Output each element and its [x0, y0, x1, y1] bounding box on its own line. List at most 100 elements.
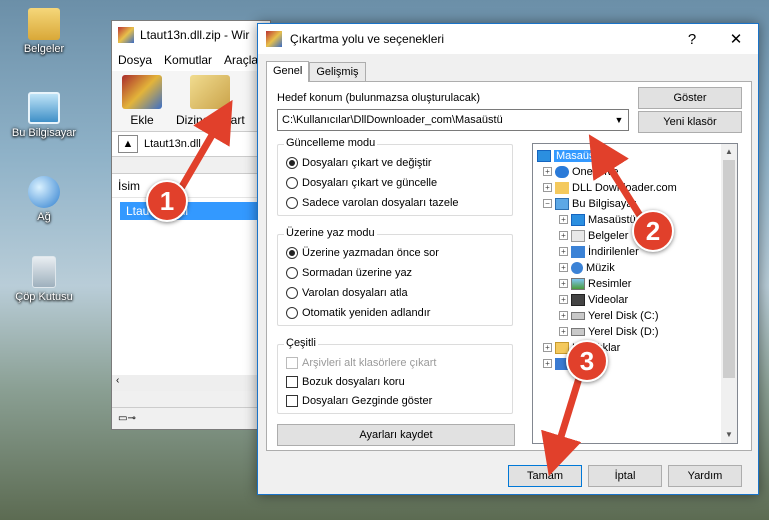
radio-ask-before-overwrite[interactable]: Üzerine yazmadan önce sor — [286, 247, 439, 259]
radio-unselected[interactable] — [286, 197, 298, 209]
radio-overwrite-without-prompt[interactable]: Sormadan üzerine yaz — [286, 267, 412, 279]
desktop-icon — [537, 149, 551, 162]
radio-selected[interactable] — [286, 157, 298, 169]
radio-unselected[interactable] — [286, 177, 298, 189]
radio-selected[interactable] — [286, 247, 298, 259]
extract-to-button[interactable]: Dizine Çıkart — [176, 75, 245, 127]
tree-item-indirilenler[interactable]: + İndirilenler — [559, 244, 639, 259]
option-label: Sadece varolan dosyaları tazele — [302, 197, 459, 209]
computer-icon — [555, 197, 569, 210]
destination-path-combobox[interactable]: C:\Kullanıcılar\DllDownloader_com\Masaüs… — [277, 109, 629, 131]
music-icon — [571, 261, 583, 274]
radio-extract-update[interactable]: Dosyaları çıkart ve güncelle — [286, 177, 437, 189]
expand-icon[interactable]: + — [559, 311, 568, 320]
cancel-button[interactable]: İptal — [588, 465, 662, 487]
winrar-toolbar: Ekle Dizine Çıkart — [112, 71, 270, 131]
tree-item-muzik[interactable]: + Müzik — [559, 260, 615, 275]
file-row[interactable]: Ltaut13n.dll — [120, 202, 270, 220]
expand-icon[interactable]: + — [543, 359, 552, 368]
checkbox-show-in-explorer[interactable]: Dosyaları Gezginde göster — [286, 395, 432, 407]
tree-item-label: Yerel Disk (C:) — [588, 309, 659, 322]
tab-gelismis[interactable]: Gelişmiş — [309, 62, 366, 81]
checkbox-keep-broken[interactable]: Bozuk dosyaları koru — [286, 376, 405, 388]
folder-tree[interactable]: Masaüstü + OneDrive + DLL Downloader.com… — [532, 143, 738, 444]
horizontal-scrollbar[interactable]: ‹ — [112, 375, 270, 391]
tree-item-videolar[interactable]: + Videolar — [559, 292, 628, 307]
radio-unselected[interactable] — [286, 307, 298, 319]
tree-item-label: Yerel Disk (D:) — [588, 325, 659, 338]
winrar-menubar: Dosya Komutlar Araçla — [112, 49, 270, 71]
expand-icon[interactable]: + — [543, 183, 552, 192]
tree-item-pc-masaustu[interactable]: + Masaüstü — [559, 212, 636, 227]
scroll-up-icon[interactable]: ▲ — [721, 144, 737, 160]
radio-unselected[interactable] — [286, 287, 298, 299]
tree-item-this-pc[interactable]: − Bu Bilgisayar — [543, 196, 636, 211]
hard-disk-icon — [571, 327, 585, 336]
tree-item-belgeler[interactable]: + Belgeler — [559, 228, 628, 243]
desktop-icon-recycle-bin[interactable]: Çöp Kutusu — [4, 256, 84, 303]
option-label: Dosyaları çıkart ve güncelle — [302, 177, 438, 189]
expand-icon[interactable]: + — [559, 263, 568, 272]
tree-item-onedrive[interactable]: + OneDrive — [543, 164, 618, 179]
option-label: Üzerine yazmadan önce sor — [302, 247, 439, 259]
checkbox[interactable] — [286, 395, 298, 407]
tree-scrollbar[interactable]: ▲ ▼ — [721, 144, 737, 443]
radio-skip-existing[interactable]: Varolan dosyaları atla — [286, 287, 408, 299]
download-icon — [571, 245, 585, 258]
extract-button-label: Dizine Çıkart — [176, 113, 245, 127]
recycle-bin-icon — [32, 256, 56, 288]
ok-button[interactable]: Tamam — [508, 465, 582, 487]
desktop-icon-network[interactable]: Ağ — [4, 176, 84, 223]
desktop-icon-label: Ağ — [37, 211, 51, 223]
add-button[interactable]: Ekle — [122, 75, 162, 127]
tree-item-dll-downloader[interactable]: + DLL Downloader.com — [543, 180, 677, 195]
desktop-icon-this-pc[interactable]: Bu Bilgisayar — [4, 92, 84, 139]
up-folder-button[interactable]: ▲ — [118, 135, 138, 153]
expand-icon[interactable]: + — [559, 279, 568, 288]
chevron-down-icon[interactable]: ▼ — [610, 110, 628, 130]
tree-item-resimler[interactable]: + Resimler — [559, 276, 631, 291]
callout-badge-3: 3 — [566, 340, 608, 382]
menu-komutlar[interactable]: Komutlar — [164, 53, 212, 67]
collapse-icon[interactable]: − — [543, 199, 552, 208]
expand-icon[interactable]: + — [559, 231, 568, 240]
add-button-label: Ekle — [130, 113, 154, 127]
expand-icon[interactable]: + — [543, 343, 552, 352]
tree-item-label: Masaüstü — [554, 149, 606, 162]
radio-extract-replace[interactable]: Dosyaları çıkart ve değiştir — [286, 157, 432, 169]
option-label: Varolan dosyaları atla — [302, 287, 408, 299]
radio-freshen-existing[interactable]: Sadece varolan dosyaları tazele — [286, 197, 459, 209]
dialog-title: Çıkartma yolu ve seçenekleri — [290, 32, 445, 46]
pictures-icon — [571, 277, 585, 290]
tree-item-disk-c[interactable]: + Yerel Disk (C:) — [559, 308, 659, 323]
tree-item-masaustu[interactable]: Masaüstü — [537, 148, 606, 163]
radio-auto-rename[interactable]: Otomatik yeniden adlandır — [286, 307, 430, 319]
option-label: Sormadan üzerine yaz — [302, 267, 413, 279]
desktop-icon-belgeler[interactable]: Belgeler — [4, 8, 84, 55]
checkbox[interactable] — [286, 376, 298, 388]
expand-icon[interactable]: + — [543, 167, 552, 176]
help-icon[interactable]: ? — [670, 31, 714, 48]
radio-unselected[interactable] — [286, 267, 298, 279]
tab-genel[interactable]: Genel — [266, 61, 310, 82]
scroll-thumb[interactable] — [723, 160, 735, 378]
new-folder-button[interactable]: Yeni klasör — [638, 111, 742, 133]
help-button[interactable]: Yardım — [668, 465, 742, 487]
documents-icon — [571, 229, 585, 242]
expand-icon[interactable]: + — [559, 295, 568, 304]
column-header-name[interactable]: İsim — [112, 174, 270, 198]
show-button[interactable]: Göster — [638, 87, 742, 109]
update-mode-group: Güncelleme modu Dosyaları çıkart ve deği… — [277, 137, 513, 216]
expand-icon[interactable]: + — [559, 327, 568, 336]
folder-icon — [28, 8, 60, 40]
overwrite-mode-group: Üzerine yaz modu Üzerine yazmadan önce s… — [277, 227, 513, 326]
tree-item-disk-d[interactable]: + Yerel Disk (D:) — [559, 324, 659, 339]
winrar-app-icon — [118, 27, 134, 43]
scroll-down-icon[interactable]: ▼ — [721, 427, 737, 443]
close-icon[interactable]: ✕ — [714, 30, 758, 48]
expand-icon[interactable]: + — [559, 247, 568, 256]
save-settings-button[interactable]: Ayarları kaydet — [277, 424, 515, 446]
expand-icon[interactable]: + — [559, 215, 568, 224]
menu-dosya[interactable]: Dosya — [118, 53, 152, 67]
menu-araclar[interactable]: Araçla — [224, 53, 258, 67]
